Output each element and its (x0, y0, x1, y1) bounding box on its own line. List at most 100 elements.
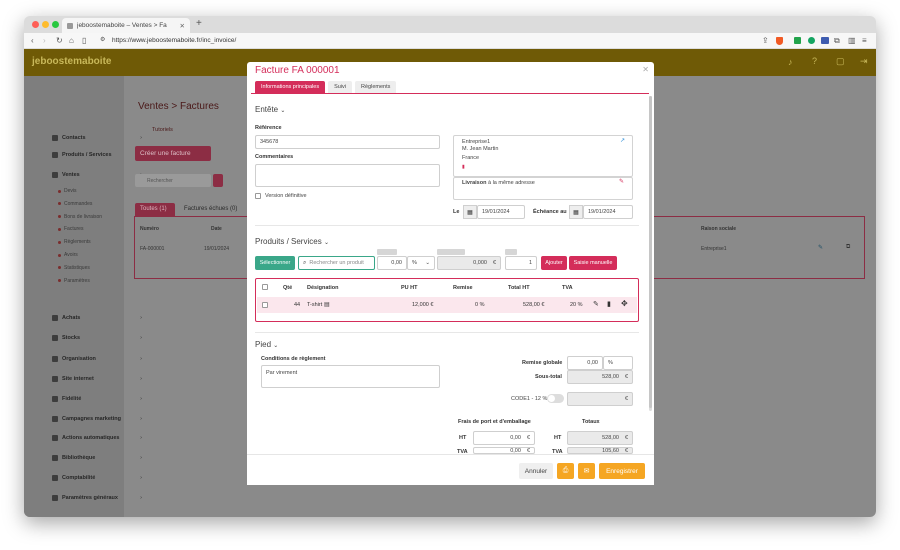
tutorial-link[interactable]: Tutoriels (152, 127, 173, 133)
list-search-input[interactable]: Rechercher (135, 174, 211, 187)
modal-scrollbar[interactable] (649, 96, 652, 411)
manual-entry-button[interactable]: Saisie manuelle (569, 256, 617, 270)
save-button[interactable]: Enregistrer (599, 463, 645, 479)
row-number[interactable]: FA-000001 (140, 246, 164, 252)
row-checkbox[interactable] (262, 302, 268, 308)
reference-input[interactable]: 345678 (255, 135, 440, 149)
delete-icon[interactable]: ▮ (607, 300, 611, 308)
share-icon[interactable]: ⇪ (762, 36, 769, 45)
final-version-checkbox[interactable] (255, 193, 261, 199)
site-settings-icon[interactable]: ⚙ (100, 36, 105, 43)
back-icon[interactable]: ‹ (31, 36, 34, 45)
minimize-window-icon[interactable] (42, 21, 49, 28)
sidebar-item-actions-automatiques[interactable]: Actions automatiques › (52, 435, 144, 441)
bookmark-icon[interactable]: ▯ (82, 36, 86, 45)
footer-section-toggle[interactable]: Pied ⌄ (255, 340, 278, 349)
select-all-checkbox[interactable] (262, 284, 268, 290)
product-search-input[interactable]: ⌕ Rechercher un produit (298, 256, 375, 270)
due-calendar-icon[interactable]: ▦ (569, 205, 583, 219)
app-logo[interactable]: jeboostemaboite (32, 56, 111, 67)
close-window-icon[interactable] (32, 21, 39, 28)
close-modal-icon[interactable]: ✕ (642, 65, 649, 74)
col-numero[interactable]: Numéro (140, 226, 159, 232)
logout-icon[interactable]: ⇥ (860, 56, 868, 67)
extension-grammar-icon[interactable] (808, 37, 815, 44)
list-tab-overdue[interactable]: Factures échues (0) (184, 206, 237, 212)
row-edit-icon[interactable]: ✎ (818, 244, 823, 251)
row-copy-icon[interactable]: ⧉ (846, 244, 850, 251)
shipping-tva-input[interactable]: 0,00 € (473, 447, 535, 454)
sidebar-item-comptabilit-[interactable]: Comptabilité › (52, 475, 144, 481)
reload-icon[interactable]: ↻ (56, 36, 63, 45)
print-button[interactable]: ⎙ (557, 463, 574, 479)
payment-conditions-textarea[interactable]: Par virement (261, 365, 440, 388)
col-date[interactable]: Date (211, 226, 222, 232)
sidebar-item-biblioth-que[interactable]: Bibliothèque › (52, 455, 144, 461)
sidebar-item-produits-services[interactable]: Produits / Services› (52, 152, 144, 158)
col-raison-sociale[interactable]: Raison sociale (701, 226, 736, 232)
discount-unit-select[interactable]: % ⌄ (407, 256, 435, 270)
select-product-button[interactable]: Sélectionner (255, 256, 295, 270)
sidebar-subitem-r-glements[interactable]: Règlements (58, 239, 91, 245)
comments-textarea[interactable] (255, 164, 440, 187)
code-toggle[interactable] (547, 394, 564, 403)
sidebar-subitem-avoirs[interactable]: Avoirs (58, 252, 78, 258)
list-tab-all[interactable]: Toutes (1) (135, 203, 175, 216)
home-icon[interactable]: ⌂ (69, 36, 74, 45)
sidebar-item-ventes[interactable]: Ventes› (52, 172, 144, 178)
sidebar-subitem-bons-de-livraison[interactable]: Bons de livraison (58, 214, 102, 220)
menu-icon[interactable]: ≡ (862, 36, 867, 45)
products-section-toggle[interactable]: Produits / Services ⌄ (255, 237, 329, 246)
tab-reglements[interactable]: Règlements (355, 81, 397, 93)
modal-scrollbar-thumb[interactable] (649, 96, 652, 408)
sidebar-item-organisation[interactable]: Organisation › (52, 356, 144, 362)
sidebar-subitem-factures[interactable]: Factures (58, 226, 83, 232)
forward-icon[interactable]: › (43, 36, 46, 45)
calendar-icon[interactable]: ▦ (463, 205, 477, 219)
sidebar-item-fid-lit-[interactable]: Fidélité › (52, 396, 144, 402)
browser-tab[interactable]: jeboostemaboite – Ventes > Fa ✕ (62, 18, 190, 33)
create-invoice-button[interactable]: Créer une facture (135, 146, 211, 161)
help-icon[interactable]: ? (812, 56, 817, 66)
drag-handle-icon[interactable]: ✥ (621, 299, 628, 308)
close-tab-icon[interactable]: ✕ (180, 22, 185, 30)
sidebar-icon[interactable]: ▥ (848, 36, 856, 45)
url-field[interactable]: https://www.jeboostemaboite.fr/inc_invoi… (112, 37, 236, 44)
date-input[interactable]: 19/01/2024 (477, 205, 525, 219)
header-section-toggle[interactable]: Entête ⌄ (255, 105, 285, 114)
brave-shield-icon[interactable] (776, 37, 783, 45)
extensions-icon[interactable]: ⧉ (834, 36, 840, 46)
external-link-icon[interactable]: ↗ (620, 137, 625, 144)
sidebar-item-site-internet[interactable]: Site internet › (52, 376, 144, 382)
new-tab-icon[interactable]: + (196, 18, 202, 29)
zoom-window-icon[interactable] (52, 21, 59, 28)
extension-green-icon[interactable] (794, 37, 801, 44)
chat-icon[interactable]: ▢ (836, 56, 845, 67)
sidebar-item-param-tres-g-n-raux[interactable]: Paramètres généraux › (52, 495, 144, 501)
cancel-button[interactable]: Annuler (519, 463, 553, 479)
shipping-ht-input[interactable]: 0,00 € (473, 431, 535, 445)
sidebar-item-campagnes-marketing[interactable]: Campagnes marketing › (52, 416, 144, 422)
edit-icon[interactable]: ✎ (593, 300, 599, 308)
global-discount-input[interactable]: 0,00 (567, 356, 603, 370)
sidebar-item-achats[interactable]: Achats › (52, 315, 144, 321)
edit-delivery-icon[interactable]: ✎ (619, 178, 624, 185)
sidebar-subitem-commandes[interactable]: Commandes (58, 201, 92, 207)
notifications-icon[interactable]: ♪ (788, 57, 793, 67)
sidebar-item-stocks[interactable]: Stocks › (52, 335, 144, 341)
global-discount-unit[interactable]: % (603, 356, 633, 370)
add-line-button[interactable]: Ajouter (541, 256, 567, 270)
trash-icon[interactable]: ▮ (462, 164, 465, 170)
extension-blue-icon[interactable] (821, 37, 829, 44)
sidebar-subitem-devis[interactable]: Devis (58, 188, 77, 194)
sidebar-item-contacts[interactable]: Contacts › (52, 135, 144, 141)
email-button[interactable]: ✉ (578, 463, 595, 479)
price-input[interactable]: 0,00 (377, 256, 407, 270)
sidebar-subitem-param-tres[interactable]: Paramètres (58, 278, 90, 284)
quantity-input[interactable]: 1 (505, 256, 537, 270)
sidebar-subitem-statistiques[interactable]: Statistiques (58, 265, 90, 271)
tab-suivi[interactable]: Suivi (328, 81, 353, 93)
tab-informations[interactable]: Informations principales (255, 81, 326, 93)
due-date-input[interactable]: 19/01/2024 (583, 205, 633, 219)
document-icon[interactable]: ▤ (324, 301, 330, 308)
